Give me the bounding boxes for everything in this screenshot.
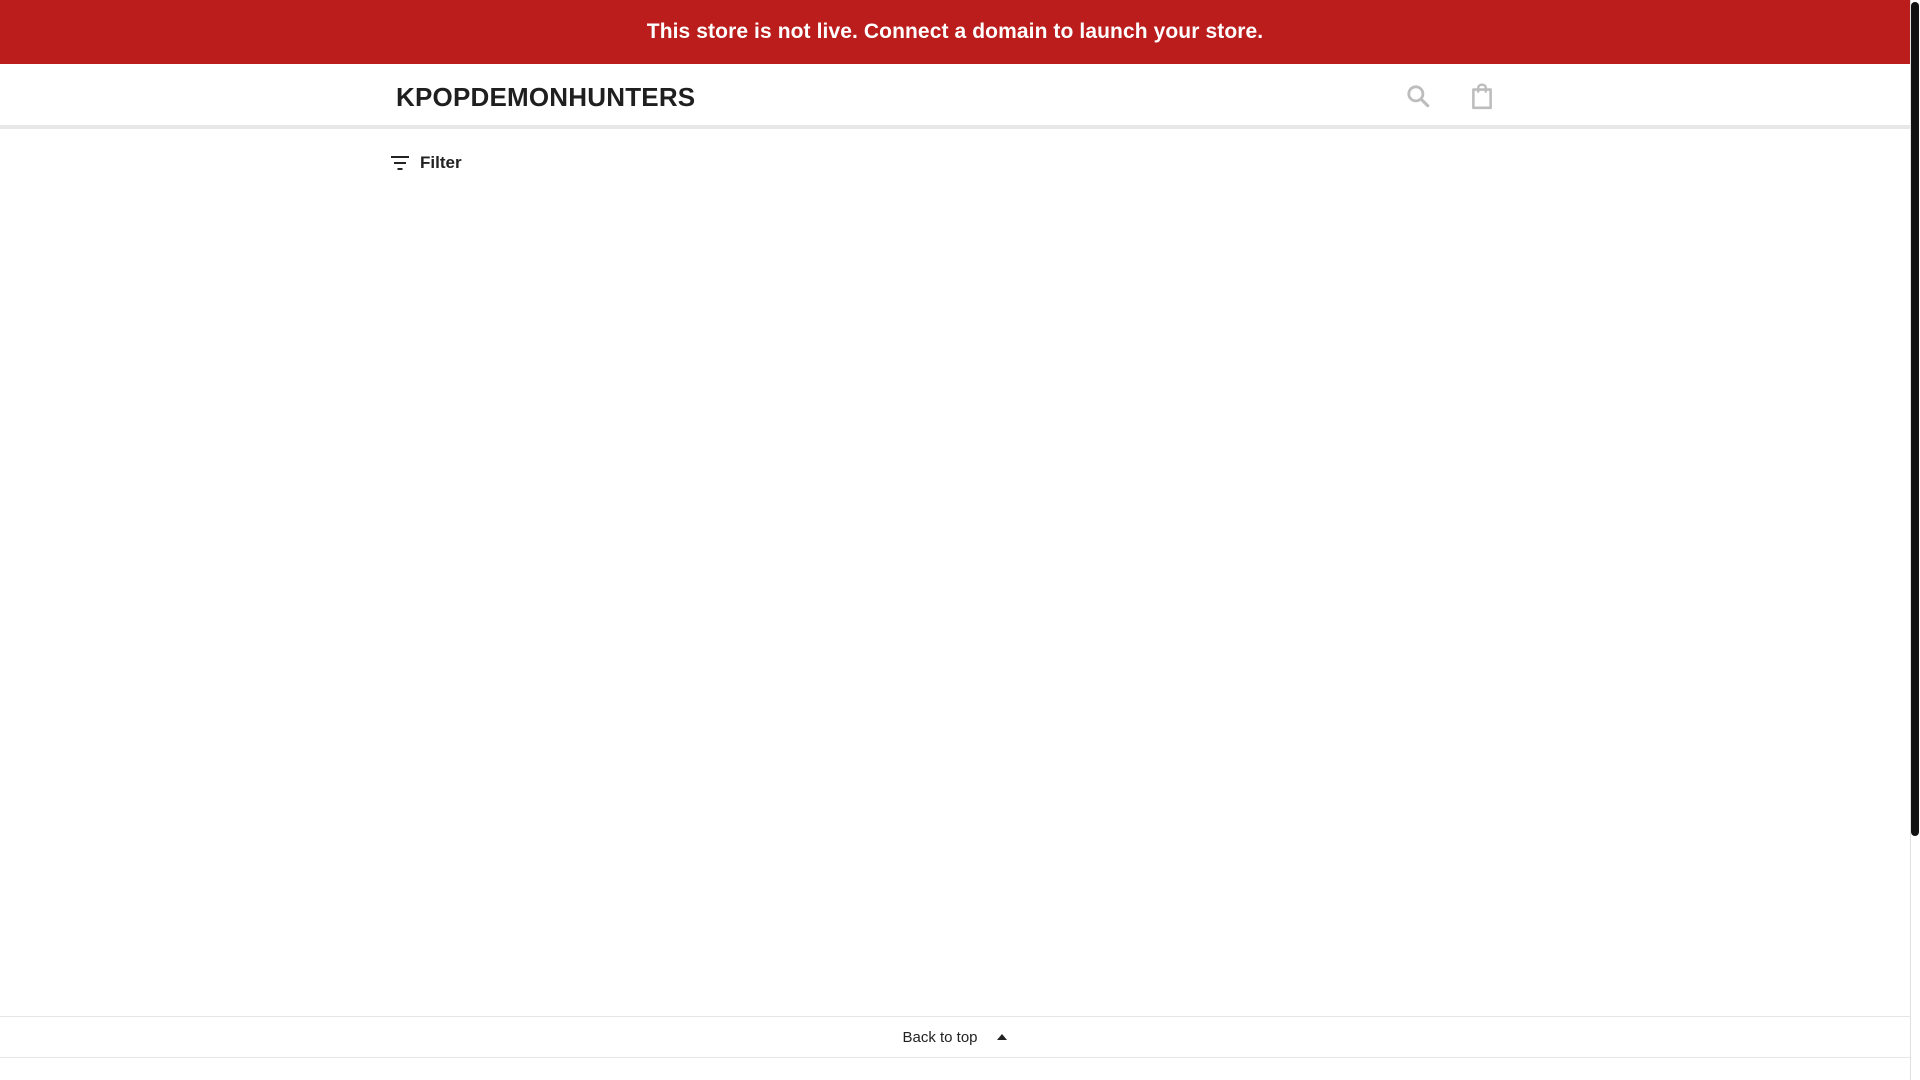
filter-icon [388, 151, 412, 175]
search-icon [1407, 85, 1430, 108]
store-name[interactable]: KPOPDEMONHUNTERS [396, 82, 695, 113]
vertical-scrollbar[interactable] [1910, 0, 1920, 1080]
back-to-top-label: Back to top [902, 1028, 978, 1046]
banner-text: This store is not live. Connect a domain… [646, 20, 1264, 43]
page: This store is not live. Connect a domain… [0, 0, 1920, 1080]
shopping-bag-icon [1472, 83, 1492, 110]
back-to-top-button[interactable]: Back to top [0, 1016, 1910, 1058]
search-button[interactable] [1402, 80, 1434, 112]
filter-button[interactable]: Filter [388, 151, 462, 175]
filter-label: Filter [420, 153, 462, 172]
site-header: KPOPDEMONHUNTERS [0, 64, 1910, 129]
scrollbar-thumb[interactable] [1911, 2, 1919, 836]
store-not-live-banner: This store is not live. Connect a domain… [0, 0, 1910, 64]
content-area: This store is not live. Connect a domain… [0, 0, 1910, 1080]
cart-button[interactable] [1466, 80, 1498, 112]
caret-up-icon [996, 1031, 1008, 1043]
